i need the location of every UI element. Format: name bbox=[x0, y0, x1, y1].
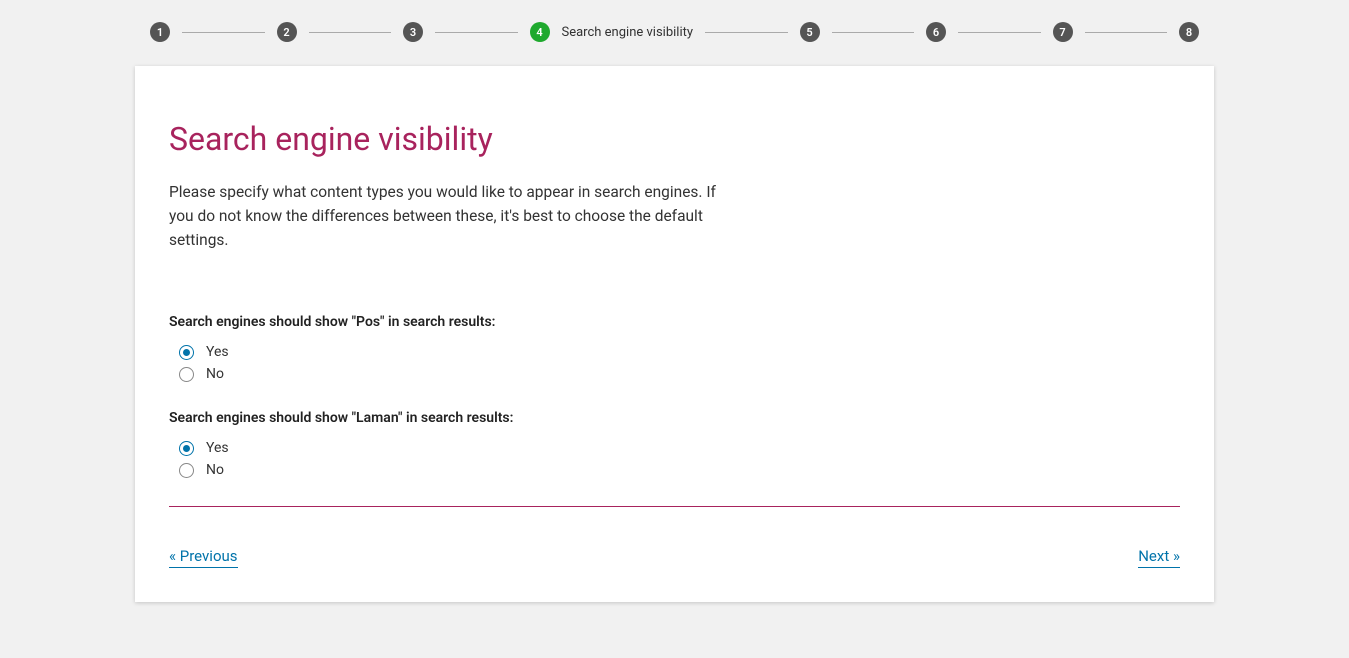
intro-text: Please specify what content types you wo… bbox=[169, 180, 739, 252]
previous-button[interactable]: « Previous bbox=[169, 547, 238, 568]
radio-label: Yes bbox=[206, 344, 229, 360]
step-1[interactable]: 1 bbox=[150, 22, 170, 42]
radio-option-no[interactable]: No bbox=[179, 462, 1180, 478]
step-connector bbox=[309, 32, 392, 33]
step-3[interactable]: 3 bbox=[403, 22, 423, 42]
step-5[interactable]: 5 bbox=[800, 22, 820, 42]
radio-option-yes[interactable]: Yes bbox=[179, 344, 1180, 360]
progress-stepper: 1 2 3 4 Search engine visibility 5 6 7 8 bbox=[0, 0, 1349, 42]
step-circle: 8 bbox=[1179, 22, 1199, 42]
step-connector bbox=[182, 32, 265, 33]
radio-option-no[interactable]: No bbox=[179, 366, 1180, 382]
step-label: Search engine visibility bbox=[562, 25, 694, 40]
step-circle: 1 bbox=[150, 22, 170, 42]
step-6[interactable]: 6 bbox=[926, 22, 946, 42]
step-7[interactable]: 7 bbox=[1053, 22, 1073, 42]
section-divider bbox=[169, 506, 1180, 507]
step-circle: 2 bbox=[277, 22, 297, 42]
wizard-nav: « Previous Next » bbox=[169, 547, 1180, 568]
radio-label: Yes bbox=[206, 440, 229, 456]
step-circle: 7 bbox=[1053, 22, 1073, 42]
step-connector bbox=[435, 32, 518, 33]
radio-label: No bbox=[206, 462, 224, 478]
radio-icon bbox=[179, 367, 194, 382]
step-8[interactable]: 8 bbox=[1179, 22, 1199, 42]
question-label: Search engines should show "Laman" in se… bbox=[169, 410, 1180, 426]
step-circle: 6 bbox=[926, 22, 946, 42]
question-label: Search engines should show "Pos" in sear… bbox=[169, 314, 1180, 330]
wizard-card: Search engine visibility Please specify … bbox=[135, 66, 1214, 602]
step-connector bbox=[958, 32, 1041, 33]
step-connector bbox=[832, 32, 915, 33]
page-title: Search engine visibility bbox=[169, 120, 1180, 158]
step-2[interactable]: 2 bbox=[277, 22, 297, 42]
radio-icon bbox=[179, 441, 194, 456]
radio-group: Yes No bbox=[179, 440, 1180, 478]
next-button[interactable]: Next » bbox=[1138, 547, 1180, 568]
radio-option-yes[interactable]: Yes bbox=[179, 440, 1180, 456]
step-connector bbox=[1085, 32, 1168, 33]
radio-label: No bbox=[206, 366, 224, 382]
radio-icon bbox=[179, 345, 194, 360]
radio-group: Yes No bbox=[179, 344, 1180, 382]
step-connector bbox=[705, 32, 788, 33]
step-circle: 5 bbox=[800, 22, 820, 42]
step-circle: 3 bbox=[403, 22, 423, 42]
radio-icon bbox=[179, 463, 194, 478]
step-circle: 4 bbox=[530, 22, 550, 42]
step-4[interactable]: 4 Search engine visibility bbox=[530, 22, 694, 42]
